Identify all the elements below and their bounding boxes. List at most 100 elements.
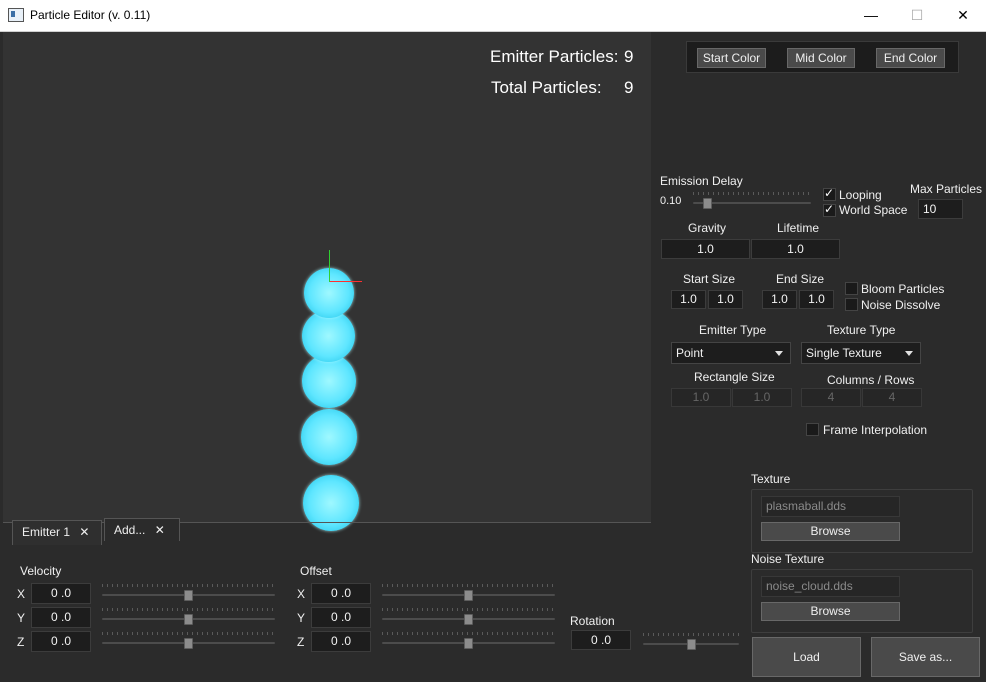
- window-title: Particle Editor (v. 0.11): [30, 8, 151, 22]
- offset-x-input[interactable]: 0 .0: [311, 583, 371, 604]
- slider-handle[interactable]: [703, 198, 712, 209]
- offset-y-label: Y: [297, 611, 306, 625]
- chevron-down-icon: [905, 351, 913, 356]
- max-particles-label: Max Particles: [910, 182, 983, 196]
- frame-interpolation-checkbox[interactable]: [806, 423, 819, 436]
- offset-label: Offset: [300, 564, 332, 578]
- looping-checkbox[interactable]: [823, 186, 836, 201]
- tab-label: Add...: [114, 523, 146, 537]
- rectangle-size-a-input[interactable]: 1.0: [671, 388, 731, 407]
- close-tab-icon[interactable]: ✕: [79, 525, 89, 539]
- offset-y-input[interactable]: 0 .0: [311, 607, 371, 628]
- tab-label: Emitter 1: [22, 525, 71, 539]
- tab-emitter-1[interactable]: Emitter 1 ✕: [12, 520, 102, 545]
- lifetime-input[interactable]: 1.0: [751, 239, 840, 259]
- chevron-down-icon: [775, 351, 783, 356]
- gravity-input[interactable]: 1.0: [661, 239, 750, 259]
- velocity-y-label: Y: [17, 611, 26, 625]
- frame-interpolation-label: Frame Interpolation: [823, 423, 928, 437]
- mid-color-button[interactable]: Mid Color: [787, 48, 855, 68]
- velocity-z-label: Z: [17, 635, 25, 649]
- emission-delay-label: Emission Delay: [660, 174, 743, 188]
- offset-x-label: X: [297, 587, 306, 601]
- end-size-a-input[interactable]: 1.0: [762, 290, 797, 309]
- rotation-input[interactable]: 0 .0: [571, 630, 631, 650]
- offset-z-label: Z: [297, 635, 305, 649]
- close-button[interactable]: ✕: [940, 0, 986, 31]
- slider-handle[interactable]: [464, 638, 473, 649]
- lifetime-label: Lifetime: [777, 221, 820, 235]
- save-as-button[interactable]: Save as...: [871, 637, 980, 677]
- end-size-label: End Size: [776, 272, 825, 286]
- bloom-particles-checkbox[interactable]: [845, 282, 858, 295]
- total-particles-label: Total Particles:: [491, 78, 602, 97]
- columns-input[interactable]: 4: [801, 388, 861, 407]
- velocity-x-slider[interactable]: [102, 584, 275, 601]
- emission-delay-slider[interactable]: [693, 192, 811, 209]
- start-color-button[interactable]: Start Color: [697, 48, 766, 68]
- particle: [301, 409, 357, 465]
- offset-z-input[interactable]: 0 .0: [311, 631, 371, 652]
- texture-file-input[interactable]: plasmaball.dds: [761, 496, 900, 517]
- noise-texture-file-input[interactable]: noise_cloud.dds: [761, 576, 900, 597]
- texture-type-value: Single Texture: [806, 346, 882, 360]
- rotation-slider[interactable]: [643, 633, 739, 650]
- max-particles-input[interactable]: 10: [918, 199, 963, 219]
- load-button[interactable]: Load: [752, 637, 861, 677]
- velocity-z-input[interactable]: 0 .0: [31, 631, 91, 652]
- velocity-y-slider[interactable]: [102, 608, 275, 625]
- emitter-particles-label: Emitter Particles:: [490, 47, 619, 66]
- velocity-label: Velocity: [20, 564, 62, 578]
- velocity-y-input[interactable]: 0 .0: [31, 607, 91, 628]
- columns-rows-label: Columns / Rows: [827, 373, 915, 387]
- bloom-particles-label: Bloom Particles: [861, 282, 945, 296]
- emission-delay-value: 0.10: [660, 195, 682, 207]
- slider-handle[interactable]: [464, 590, 473, 601]
- emitter-type-select[interactable]: Point: [671, 342, 791, 364]
- slider-handle[interactable]: [184, 590, 193, 601]
- emitter-type-label: Emitter Type: [699, 323, 767, 337]
- looping-label: Looping: [839, 188, 882, 202]
- rows-input[interactable]: 4: [862, 388, 922, 407]
- tab-add[interactable]: Add... ✕: [104, 518, 180, 541]
- offset-z-slider[interactable]: [382, 632, 555, 649]
- end-size-b-input[interactable]: 1.0: [799, 290, 834, 309]
- start-size-label: Start Size: [683, 272, 736, 286]
- rectangle-size-label: Rectangle Size: [694, 370, 775, 384]
- minimize-button[interactable]: —: [848, 0, 894, 31]
- slider-handle[interactable]: [184, 614, 193, 625]
- texture-type-label: Texture Type: [827, 323, 896, 337]
- rectangle-size-b-input[interactable]: 1.0: [732, 388, 792, 407]
- velocity-x-input[interactable]: 0 .0: [31, 583, 91, 604]
- gizmo-x-axis: [330, 281, 362, 282]
- start-size-b-input[interactable]: 1.0: [708, 290, 743, 309]
- particle-viewport[interactable]: [3, 32, 651, 531]
- noise-texture-browse-button[interactable]: Browse: [761, 602, 900, 621]
- title-bar: Particle Editor (v. 0.11) — ☐ ✕: [0, 0, 986, 32]
- texture-browse-button[interactable]: Browse: [761, 522, 900, 541]
- slider-handle[interactable]: [184, 638, 193, 649]
- start-size-a-input[interactable]: 1.0: [671, 290, 706, 309]
- world-space-checkbox[interactable]: [823, 202, 836, 217]
- rotation-label: Rotation: [570, 614, 615, 628]
- slider-handle[interactable]: [464, 614, 473, 625]
- app-icon: [8, 8, 24, 22]
- close-tab-icon[interactable]: ✕: [155, 523, 165, 537]
- emitter-type-value: Point: [676, 346, 704, 360]
- color-panel: Start Color Mid Color End Color: [686, 41, 959, 73]
- velocity-x-label: X: [17, 587, 26, 601]
- end-color-button[interactable]: End Color: [876, 48, 945, 68]
- maximize-button[interactable]: ☐: [894, 0, 940, 31]
- total-particles-value: 9: [624, 78, 634, 97]
- offset-y-slider[interactable]: [382, 608, 555, 625]
- velocity-z-slider[interactable]: [102, 632, 275, 649]
- noise-dissolve-checkbox[interactable]: [845, 298, 858, 311]
- slider-handle[interactable]: [687, 639, 696, 650]
- gravity-label: Gravity: [688, 221, 727, 235]
- noise-texture-label: Noise Texture: [751, 552, 825, 566]
- particle: [302, 354, 356, 408]
- gizmo-y-axis: [329, 250, 330, 282]
- offset-x-slider[interactable]: [382, 584, 555, 601]
- texture-type-select[interactable]: Single Texture: [801, 342, 921, 364]
- emitter-particles-value: 9: [624, 47, 634, 66]
